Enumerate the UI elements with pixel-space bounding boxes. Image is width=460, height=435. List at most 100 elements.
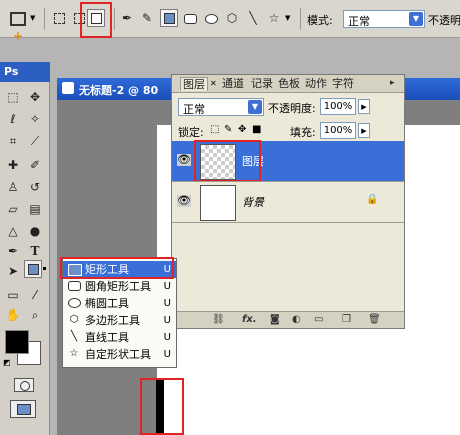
ellipse-icon	[68, 298, 81, 308]
menu-item-line-tool[interactable]: ╲ 直线工具 U	[63, 329, 176, 346]
opacity-input[interactable]: 100%	[320, 98, 356, 115]
eye-icon[interactable]: 👁	[177, 154, 191, 166]
tab-character[interactable]: 字符	[330, 77, 356, 91]
custom-shape-option[interactable]: ☆	[265, 9, 283, 27]
fx-icon[interactable]: fx.	[242, 314, 257, 325]
divider	[300, 8, 301, 30]
opacity-label: 不透明	[428, 14, 460, 27]
layer-thumb-highlight-box	[194, 140, 261, 182]
dodge-tool[interactable]: ●	[26, 222, 44, 240]
history-brush-icon: ↺	[29, 180, 41, 194]
blur-icon: △	[8, 224, 18, 238]
freeform-pen-button[interactable]: ✎	[138, 9, 156, 27]
tab-actions[interactable]: 动作	[303, 77, 329, 91]
type-tool[interactable]: T	[26, 242, 44, 260]
rectangle-icon	[27, 264, 39, 275]
tab-layers[interactable]: 图层	[180, 77, 208, 91]
tab-channels[interactable]: 通道	[220, 77, 246, 91]
healing-brush-tool[interactable]: ✚	[4, 156, 22, 174]
menu-item-rounded-rectangle-tool[interactable]: 圆角矩形工具 U	[63, 278, 176, 295]
flyout-indicator	[43, 267, 46, 270]
dodge-icon: ●	[29, 224, 41, 238]
crop-tool[interactable]: ⌗	[4, 132, 22, 150]
hand-tool[interactable]: ✋	[4, 306, 22, 324]
path-selection-tool[interactable]: ➤	[4, 262, 22, 280]
zoom-tool[interactable]: ⌕	[26, 306, 44, 324]
default-colors-icon[interactable]: ◩	[3, 358, 11, 367]
pen-tool-button[interactable]: ✒	[118, 9, 136, 27]
slice-icon: ⟋	[30, 134, 40, 148]
mask-icon[interactable]: ◙	[270, 314, 280, 325]
lock-pixels-icon[interactable]: ✎	[224, 124, 232, 135]
notes-tool[interactable]: ▭	[4, 286, 22, 304]
lasso-tool[interactable]: ℓ	[4, 110, 22, 128]
blend-mode-value: 正常	[183, 103, 205, 116]
ellipse-option[interactable]	[202, 9, 220, 27]
mode-label: 模式:	[307, 14, 333, 27]
close-tab-icon[interactable]: ✕	[210, 79, 217, 88]
polygon-option[interactable]: ⬡	[223, 9, 241, 27]
document-icon	[62, 82, 74, 94]
group-icon[interactable]: ▭	[314, 314, 323, 325]
notes-icon: ▭	[7, 288, 19, 302]
menu-item-ellipse-tool[interactable]: 椭圆工具 U	[63, 295, 176, 312]
blend-mode-select[interactable]: 正常 ▼	[178, 98, 264, 116]
opacity-label: 不透明度:	[268, 102, 316, 115]
pen-icon: ✒	[121, 11, 133, 25]
polygon-icon: ⬡	[69, 314, 79, 325]
clone-stamp-tool[interactable]: ♙	[4, 178, 22, 196]
eye-icon[interactable]: 👁	[177, 195, 191, 207]
brush-tool[interactable]: ✐	[26, 156, 44, 174]
shape-layers-icon	[53, 13, 65, 24]
freeform-pen-icon: ✎	[141, 11, 153, 25]
quick-mask-icon	[20, 381, 30, 391]
opacity-slider-button[interactable]: ▶	[358, 99, 370, 114]
trash-icon[interactable]: 🗑	[368, 314, 381, 325]
mode-select[interactable]: 正常 ▼	[343, 10, 425, 28]
lock-all-icon[interactable]: ■	[252, 124, 261, 135]
menu-item-custom-shape-tool[interactable]: ☆ 自定形状工具 U	[63, 346, 176, 363]
line-option[interactable]: ╲	[244, 9, 262, 27]
gradient-tool[interactable]: ▤	[26, 200, 44, 218]
fill-slider-button[interactable]: ▶	[358, 123, 370, 138]
quick-mask-button[interactable]	[14, 378, 34, 392]
shortcut-key: U	[163, 315, 171, 326]
tool-preset-picker[interactable]: +	[6, 9, 30, 43]
tab-swatches[interactable]: 色板	[276, 77, 302, 91]
geometry-options-arrow-icon[interactable]: ▼	[285, 14, 290, 22]
marquee-icon: ⬚	[7, 90, 19, 104]
layer-row[interactable]: 👁 背景 🔒	[172, 182, 404, 222]
adjustment-icon[interactable]: ◐	[292, 314, 301, 325]
fill-pixels-button[interactable]	[87, 9, 105, 27]
rounded-rectangle-option[interactable]	[181, 9, 199, 27]
magic-wand-tool[interactable]: ✧	[26, 110, 44, 128]
slice-tool[interactable]: ⟋	[26, 132, 44, 150]
eraser-tool[interactable]: ▱	[4, 200, 22, 218]
fill-label: 填充:	[290, 126, 316, 139]
preset-dropdown-arrow-icon[interactable]: ▼	[30, 14, 35, 22]
history-brush-tool[interactable]: ↺	[26, 178, 44, 196]
foreground-color-swatch[interactable]	[5, 330, 29, 354]
tools-panel-header: Ps	[0, 62, 50, 82]
blur-tool[interactable]: △	[4, 222, 22, 240]
pen-tool[interactable]: ✒	[4, 242, 22, 260]
eyedropper-tool[interactable]: ⁄	[26, 286, 44, 304]
screen-mode-button[interactable]	[10, 400, 36, 418]
tab-history[interactable]: 记录	[249, 77, 275, 91]
mode-value: 正常	[348, 15, 370, 28]
move-tool[interactable]: ✥	[26, 88, 44, 106]
new-layer-icon[interactable]: ❐	[342, 314, 351, 325]
marquee-tool[interactable]: ⬚	[4, 88, 22, 106]
lock-position-icon[interactable]: ✥	[238, 124, 246, 135]
palette-menu-icon[interactable]: ▸	[390, 78, 395, 88]
fill-input[interactable]: 100%	[320, 122, 356, 139]
photoshop-logo: Ps	[4, 65, 19, 78]
lock-transparency-icon[interactable]: ⬚	[210, 124, 219, 135]
stamp-icon: ♙	[7, 180, 19, 194]
menu-item-polygon-tool[interactable]: ⬡ 多边形工具 U	[63, 312, 176, 329]
rectangle-tool-option[interactable]	[160, 9, 178, 27]
link-icon[interactable]: ⛓	[212, 314, 225, 325]
shape-layers-button[interactable]	[50, 9, 68, 27]
rectangle-tool[interactable]	[24, 260, 42, 278]
lock-icon: 🔒	[366, 194, 379, 205]
